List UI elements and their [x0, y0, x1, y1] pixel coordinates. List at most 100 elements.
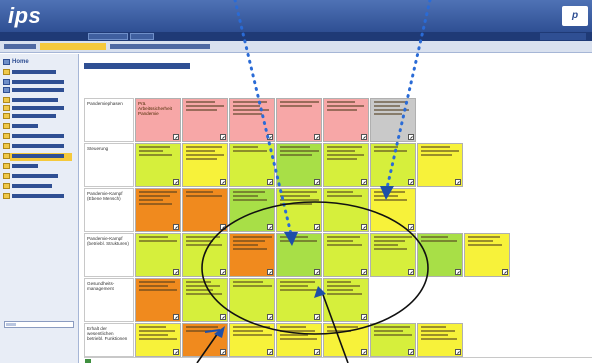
tree-item-6[interactable] [3, 104, 64, 112]
matrix-cell[interactable] [135, 143, 181, 187]
edit-icon[interactable] [455, 349, 461, 355]
edit-icon[interactable] [220, 314, 226, 320]
edit-icon[interactable] [220, 224, 226, 230]
matrix-cell[interactable] [276, 278, 322, 322]
matrix-cell[interactable] [323, 323, 369, 357]
edit-icon[interactable] [267, 269, 273, 275]
tree-item-14[interactable] [3, 182, 52, 190]
edit-icon[interactable] [455, 179, 461, 185]
matrix-cell[interactable] [135, 278, 181, 322]
matrix-cell[interactable] [182, 278, 228, 322]
matrix-cell[interactable] [276, 188, 322, 232]
edit-icon[interactable] [314, 349, 320, 355]
edit-icon[interactable] [408, 269, 414, 275]
edit-icon[interactable] [502, 269, 508, 275]
edit-icon[interactable] [361, 179, 367, 185]
matrix-cell[interactable] [417, 323, 463, 357]
matrix-cell[interactable] [229, 98, 275, 142]
edit-icon[interactable] [314, 269, 320, 275]
edit-icon[interactable] [220, 269, 226, 275]
nav-tab-2[interactable] [130, 33, 154, 40]
sidebar-scrollbar[interactable] [4, 321, 74, 328]
edit-icon[interactable] [173, 224, 179, 230]
matrix-cell[interactable] [276, 323, 322, 357]
edit-icon[interactable] [408, 134, 414, 140]
tree-item-2[interactable] [3, 68, 56, 76]
matrix-cell[interactable] [370, 98, 416, 142]
edit-icon[interactable] [361, 349, 367, 355]
matrix-cell[interactable] [370, 143, 416, 187]
edit-icon[interactable] [173, 179, 179, 185]
edit-icon[interactable] [455, 269, 461, 275]
sidebar-scroll-thumb[interactable] [6, 323, 16, 326]
matrix-cell[interactable] [276, 98, 322, 142]
matrix-cell[interactable] [370, 188, 416, 232]
matrix-cell[interactable]: Prä. Arbeitssicherheit Pandemie [135, 98, 181, 142]
matrix-cell[interactable] [182, 233, 228, 277]
tree-item-5[interactable] [3, 96, 58, 104]
edit-icon[interactable] [267, 349, 273, 355]
edit-icon[interactable] [173, 314, 179, 320]
tree-item-15[interactable] [3, 192, 64, 200]
matrix-cell[interactable] [182, 188, 228, 232]
tree-item-13[interactable] [3, 172, 58, 180]
edit-icon[interactable] [173, 269, 179, 275]
edit-icon[interactable] [361, 134, 367, 140]
edit-icon[interactable] [314, 314, 320, 320]
tree-item-3[interactable] [3, 78, 64, 86]
matrix-cell[interactable] [323, 233, 369, 277]
tree-item-12[interactable] [3, 162, 38, 170]
edit-icon[interactable] [173, 349, 179, 355]
matrix-cell[interactable] [323, 143, 369, 187]
tree-item-4[interactable] [3, 86, 64, 94]
edit-icon[interactable] [314, 224, 320, 230]
tree-item-10[interactable] [3, 142, 64, 150]
edit-icon[interactable] [220, 134, 226, 140]
nav-tab-1[interactable] [88, 33, 128, 40]
matrix-cell[interactable] [182, 143, 228, 187]
tree-item-7[interactable] [3, 112, 56, 120]
tree-item-9[interactable] [3, 132, 64, 140]
tree-item-home[interactable]: Home [3, 58, 29, 66]
matrix-cell[interactable] [229, 323, 275, 357]
matrix-cell[interactable] [370, 233, 416, 277]
matrix-cell[interactable] [323, 188, 369, 232]
matrix-cell[interactable] [370, 323, 416, 357]
matrix-cell[interactable] [464, 233, 510, 277]
matrix-cell[interactable] [323, 98, 369, 142]
edit-icon[interactable] [220, 349, 226, 355]
edit-icon[interactable] [408, 224, 414, 230]
matrix-cell[interactable] [229, 143, 275, 187]
tree-item-11[interactable] [3, 152, 64, 160]
matrix-cell[interactable] [276, 233, 322, 277]
matrix-cell[interactable] [182, 98, 228, 142]
breadcrumb-item-1[interactable] [4, 44, 36, 49]
matrix-cell[interactable] [229, 278, 275, 322]
edit-icon[interactable] [173, 134, 179, 140]
breadcrumb-item-3[interactable] [110, 44, 210, 49]
edit-icon[interactable] [267, 314, 273, 320]
matrix-cell[interactable] [182, 323, 228, 357]
edit-icon[interactable] [408, 179, 414, 185]
matrix-cell[interactable] [276, 143, 322, 187]
edit-icon[interactable] [361, 314, 367, 320]
matrix-cell[interactable] [135, 188, 181, 232]
edit-icon[interactable] [267, 134, 273, 140]
edit-icon[interactable] [314, 134, 320, 140]
nav-user-links[interactable] [540, 33, 586, 40]
matrix-cell[interactable] [229, 188, 275, 232]
breadcrumb-item-2[interactable] [40, 43, 106, 50]
edit-icon[interactable] [408, 349, 414, 355]
edit-icon[interactable] [267, 179, 273, 185]
edit-icon[interactable] [361, 224, 367, 230]
matrix-cell[interactable] [417, 233, 463, 277]
matrix-cell[interactable] [135, 233, 181, 277]
matrix-cell[interactable] [135, 323, 181, 357]
edit-icon[interactable] [267, 224, 273, 230]
edit-icon[interactable] [314, 179, 320, 185]
edit-icon[interactable] [220, 179, 226, 185]
tree-item-8[interactable] [3, 122, 38, 130]
matrix-cell[interactable] [323, 278, 369, 322]
matrix-cell[interactable] [417, 143, 463, 187]
edit-icon[interactable] [361, 269, 367, 275]
